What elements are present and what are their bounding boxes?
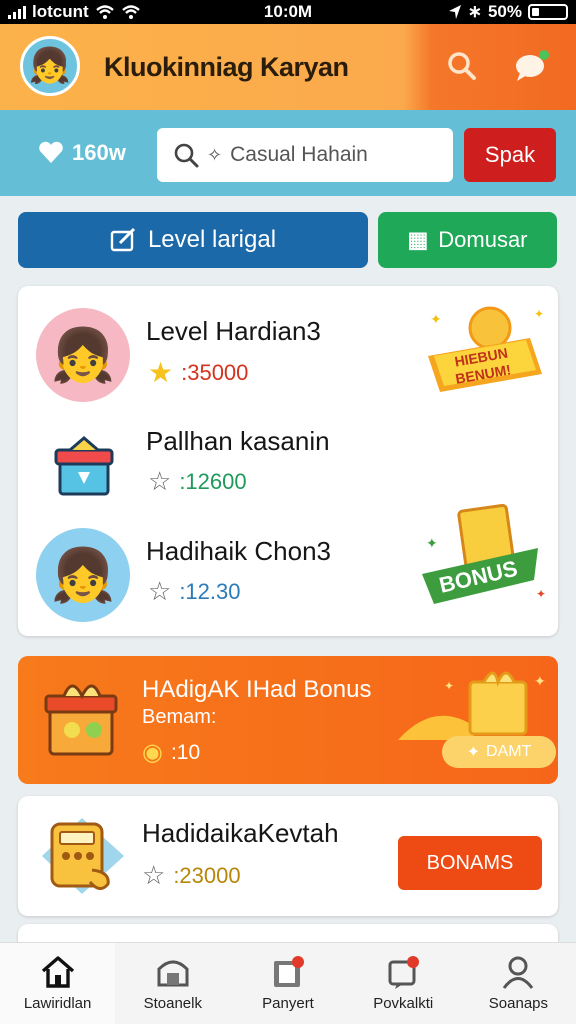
star-outline-icon: ☆ bbox=[142, 860, 166, 890]
bonus-badge-icon: BONUS ✦ ✦ bbox=[422, 504, 546, 604]
heart-icon bbox=[39, 141, 63, 163]
list-item-points: ★ :35000 bbox=[148, 356, 248, 389]
nav-label: Stoanelk bbox=[143, 995, 202, 1012]
girl-avatar-icon: 👧 bbox=[36, 308, 130, 402]
star-outline-icon: ☆ bbox=[148, 466, 172, 496]
promo-title: HAdigAK IHad Bonus bbox=[142, 676, 372, 703]
search-button[interactable]: Spak bbox=[464, 128, 556, 182]
svg-text:✦: ✦ bbox=[534, 673, 546, 689]
nav-item-bag[interactable]: Panyert bbox=[230, 943, 345, 1024]
list-item[interactable]: Pallhan kasanin ☆ :12600 bbox=[18, 404, 558, 514]
bonus-button[interactable]: BONAMS bbox=[398, 836, 542, 890]
nav-label: Povkalkti bbox=[373, 995, 434, 1012]
nav-item-notifications[interactable]: Povkalkti bbox=[346, 943, 461, 1024]
nav-label: Panyert bbox=[262, 995, 314, 1012]
store-icon bbox=[157, 960, 189, 987]
gift-box-icon bbox=[42, 676, 122, 775]
list-item[interactable]: 👧 Level Hardian3 ★ :35000 HIEBUN BENUM! … bbox=[18, 294, 558, 404]
girl-avatar-icon: 👧 bbox=[36, 528, 130, 622]
promo-button[interactable]: ✦ DAMT bbox=[442, 736, 556, 768]
app-header: 👧 Kluokinniag Karyan bbox=[0, 24, 576, 110]
home-icon bbox=[41, 956, 74, 988]
gift-box-icon bbox=[36, 418, 130, 512]
search-strip: 160w ✧ Spak bbox=[0, 110, 576, 196]
svg-text:✦: ✦ bbox=[534, 307, 544, 321]
nav-item-home[interactable]: Lawiridlan bbox=[0, 943, 116, 1024]
golden-gift-icon: ✦ ✦ bbox=[398, 671, 546, 740]
search-box[interactable]: ✧ bbox=[157, 128, 453, 182]
tab-level-label: Level larigal bbox=[147, 226, 277, 253]
nav-item-profile[interactable]: Soanaps bbox=[461, 943, 576, 1024]
list-item-points: ☆ :12.30 bbox=[148, 576, 240, 607]
list-item-points: ☆ :12600 bbox=[148, 466, 247, 497]
hearts-value: 160w bbox=[72, 140, 126, 165]
tab-level[interactable]: Level larigal bbox=[18, 212, 368, 268]
promo-subtitle: Bemam: bbox=[142, 706, 217, 728]
sparkle-icon: ✧ bbox=[207, 144, 223, 165]
nav-label: Lawiridlan bbox=[23, 995, 92, 1012]
points-value: :12600 bbox=[179, 468, 247, 494]
location-icon bbox=[448, 5, 461, 19]
star-icon: ★ bbox=[148, 357, 174, 388]
promo-button-label: DAMT bbox=[486, 743, 532, 760]
edit-icon bbox=[110, 227, 136, 252]
bottom-nav: Lawiridlan Stoanelk Panyert Povkalkti So… bbox=[0, 942, 576, 1024]
bonus-badge-icon: HIEBUN BENUM! ✦ ✦ bbox=[428, 306, 544, 392]
reward-name: HadidaikaKevtah bbox=[142, 818, 339, 848]
profile-icon bbox=[503, 956, 534, 989]
reward-points: ☆ :23000 bbox=[142, 860, 241, 891]
bonus-tab-icon: ▦ bbox=[407, 227, 429, 252]
list-item-name: Pallhan kasanin bbox=[146, 426, 330, 456]
svg-text:✦: ✦ bbox=[444, 679, 454, 693]
notification-icon bbox=[388, 956, 420, 989]
list-item-name: Level Hardian3 bbox=[146, 316, 321, 346]
tab-bonus-label: Domusar bbox=[438, 227, 528, 252]
promo-points: ◉ :10 bbox=[142, 738, 200, 767]
svg-text:✦: ✦ bbox=[426, 535, 438, 551]
svg-text:✦: ✦ bbox=[430, 311, 442, 327]
list-item-name: Hadihaik Chon3 bbox=[146, 536, 332, 566]
hearts-counter: 160w bbox=[38, 140, 126, 166]
calculator-icon bbox=[42, 818, 124, 894]
battery-percent: 50% bbox=[487, 2, 522, 21]
page-title: Kluokinniag Karyan bbox=[104, 52, 349, 82]
girl-avatar-icon[interactable]: 👧 bbox=[20, 36, 80, 96]
points-value: :35000 bbox=[181, 359, 249, 385]
coin-icon: ◉ bbox=[142, 739, 163, 766]
tab-bonus[interactable]: ▦ Domusar bbox=[378, 212, 557, 268]
chat-icon[interactable] bbox=[510, 44, 554, 88]
list-item[interactable]: 👧 Hadihaik Chon3 ☆ :12.30 BONUS ✦ ✦ bbox=[18, 504, 558, 624]
bag-icon bbox=[274, 956, 304, 987]
level-list-card: 👧 Level Hardian3 ★ :35000 HIEBUN BENUM! … bbox=[18, 286, 558, 636]
bluetooth-icon: ∗ bbox=[467, 2, 482, 21]
svg-text:✦: ✦ bbox=[536, 587, 546, 601]
reward-card[interactable]: HadidaikaKevtah ☆ :23000 BONAMS bbox=[18, 796, 558, 916]
nav-item-store[interactable]: Stoanelk bbox=[115, 943, 230, 1024]
promo-banner[interactable]: HAdigAK IHad Bonus Bemam: ◉ :10 ✦ ✦ ✦ DA… bbox=[18, 656, 558, 784]
battery-icon bbox=[528, 4, 568, 20]
sparkle-icon: ✦ bbox=[466, 744, 481, 761]
nav-label: Soanaps bbox=[488, 995, 549, 1012]
search-icon bbox=[174, 143, 199, 168]
status-bar: lotcunt 10:0M ∗ 50% bbox=[0, 0, 576, 24]
search-input[interactable] bbox=[230, 143, 431, 167]
star-outline-icon: ☆ bbox=[148, 576, 172, 606]
points-value: :23000 bbox=[173, 862, 241, 888]
points-value: :12.30 bbox=[179, 578, 241, 604]
search-icon[interactable] bbox=[440, 44, 484, 88]
points-value: :10 bbox=[170, 740, 201, 764]
